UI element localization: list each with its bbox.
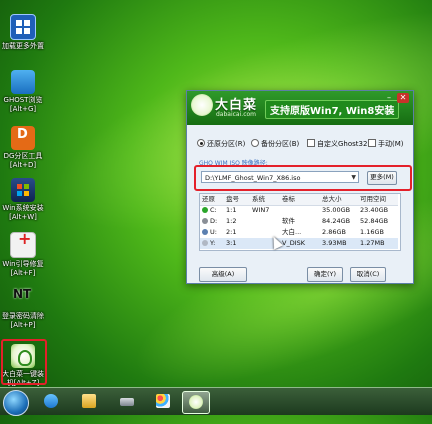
drive-letter: C:	[210, 206, 217, 214]
checkbox-manual[interactable]: 手动(M)	[368, 139, 404, 149]
nt-password-icon	[11, 286, 35, 310]
column-header: 总大小	[322, 195, 342, 203]
table-row[interactable]: U: 2:1 大白... 2.86GB 1.16GB	[200, 227, 398, 238]
taskbar-item-paint[interactable]	[150, 391, 176, 412]
column-header: 卷标	[282, 195, 295, 203]
free-cell: 1.27MB	[360, 239, 385, 247]
size-cell: 2.86GB	[322, 228, 346, 236]
desktop-icon-load-more[interactable]: 加载更多外置	[0, 14, 46, 51]
disk-cell: 1:1	[226, 206, 237, 214]
drive-cell: D:	[202, 216, 226, 227]
taskbar-item-explorer[interactable]	[76, 391, 102, 412]
close-button[interactable]: ✕	[397, 93, 409, 103]
disk-cell: 3:1	[226, 239, 237, 247]
dabaicai-icon	[189, 395, 203, 409]
grid-icon	[10, 14, 36, 40]
windows-icon	[11, 178, 35, 202]
desktop-icon-ghost[interactable]: GHOST浏览 [Alt+G]	[0, 70, 46, 114]
install-dialog: 大白菜 dabaicai.com 支持原版Win7, Win8安装 – ✕ 还原…	[186, 90, 414, 284]
desktop-icon-label: Win引导修复 [Alt+F]	[2, 260, 44, 277]
drive-letter: D:	[210, 217, 218, 225]
checkbox-manual-label: 手动(M)	[378, 140, 404, 148]
desktop-icon-label: 加载更多外置	[2, 42, 44, 50]
desktop-icon-label: 登录密码清除 [Alt+P]	[2, 312, 44, 329]
checkbox-box	[368, 139, 376, 147]
radio-backup-label: 备份分区(B)	[261, 140, 300, 148]
desktop-icon-label: DG分区工具 [Alt+D]	[3, 152, 43, 169]
image-path-value: D:\YLMF_Ghost_Win7_X86.iso	[205, 174, 301, 182]
start-button[interactable]	[3, 390, 29, 416]
drive-letter: Y:	[210, 239, 216, 247]
label-cell: 软件	[282, 217, 295, 225]
desktop-icon-boot-repair[interactable]: Win引导修复 [Alt+F]	[0, 232, 46, 278]
drive-cell: U:	[202, 227, 226, 238]
column-header: 可用空间	[360, 195, 386, 203]
more-button[interactable]: 更多(M)	[367, 171, 397, 185]
table-row[interactable]: D: 1:2 软件 84.24GB 52.84GB	[200, 216, 398, 227]
table-row[interactable]: C: 1:1 WIN7 35.00GB 23.40GB	[200, 205, 398, 216]
ok-button[interactable]: 确定(Y)	[307, 267, 343, 282]
column-header: 还原	[202, 195, 215, 203]
size-cell: 35.00GB	[322, 206, 351, 214]
advanced-button[interactable]: 高级(A)	[199, 267, 247, 282]
drive-cell: C:	[202, 205, 226, 216]
dabaicai-logo-icon	[191, 94, 213, 116]
radio-backup[interactable]: 备份分区(B)	[251, 139, 299, 149]
drive-icon	[202, 218, 208, 224]
column-header: 盘号	[226, 195, 239, 203]
drive-letter: U:	[210, 228, 217, 236]
drive-icon	[120, 398, 134, 406]
cdrom-icon	[202, 240, 208, 246]
drive-cell: Y:	[202, 238, 226, 249]
ie-icon	[44, 394, 58, 408]
partition-table: 还原 盘号 系统 卷标 总大小 可用空间 C: 1:1 WIN7 35.00GB…	[199, 193, 401, 251]
checkbox-box	[307, 139, 315, 147]
paint-icon	[156, 394, 170, 408]
disk-cell: 2:1	[226, 228, 237, 236]
desktop-icon-password-clear[interactable]: 登录密码清除 [Alt+P]	[0, 286, 46, 330]
column-header: 系统	[252, 195, 265, 203]
radio-dot	[251, 139, 259, 147]
size-cell: 84.24GB	[322, 217, 351, 225]
dabaicai-icon	[11, 344, 35, 368]
image-path-select[interactable]: D:\YLMF_Ghost_Win7_X86.iso ▼	[201, 171, 359, 183]
dialog-brand-sub: dabaicai.com	[216, 111, 257, 118]
table-row[interactable]: Y: 3:1 V_DISK 3.93MB 1.27MB	[200, 238, 398, 249]
radio-restore[interactable]: 还原分区(R)	[197, 139, 245, 149]
minimize-button[interactable]: –	[383, 93, 395, 103]
size-cell: 3.93MB	[322, 239, 347, 247]
radio-dot	[197, 139, 205, 147]
system-cell: WIN7	[252, 206, 270, 214]
desktop-icon-label: 大白菜一键装 机[Alt+Z]	[2, 370, 44, 387]
taskbar	[0, 387, 432, 416]
free-cell: 52.84GB	[360, 217, 389, 225]
checkbox-custom-ghost[interactable]: 自定义Ghost32	[307, 139, 367, 149]
radio-restore-label: 还原分区(R)	[207, 140, 246, 148]
explorer-icon	[82, 394, 96, 408]
free-cell: 1.16GB	[360, 228, 384, 236]
diskgenius-icon	[11, 126, 35, 150]
checkbox-custom-ghost-label: 自定义Ghost32	[317, 140, 368, 148]
chevron-down-icon[interactable]: ▼	[351, 172, 356, 184]
desktop-icon-dabaicai-install[interactable]: 大白菜一键装 机[Alt+Z]	[0, 344, 46, 388]
check-icon	[202, 207, 208, 213]
image-path-label: GHO WIM ISO 映像路径:	[199, 160, 268, 167]
usb-icon	[202, 229, 208, 235]
taskbar-item-ie[interactable]	[38, 391, 64, 412]
desktop-icon-diskgenius[interactable]: DG分区工具 [Alt+D]	[0, 126, 46, 170]
label-cell: V_DISK	[282, 239, 306, 247]
desktop-icon-label: GHOST浏览 [Alt+G]	[3, 96, 43, 113]
dialog-slogan: 支持原版Win7, Win8安装	[265, 100, 400, 119]
desktop-icon-label: Win系统安装 [Alt+W]	[2, 204, 44, 221]
repair-icon	[10, 232, 36, 258]
label-cell: 大白...	[282, 228, 302, 236]
taskbar-item-dabaicai[interactable]	[182, 391, 210, 414]
dialog-header: 大白菜 dabaicai.com 支持原版Win7, Win8安装 – ✕	[187, 91, 413, 125]
taskbar-item-drive[interactable]	[114, 391, 140, 412]
free-cell: 23.40GB	[360, 206, 389, 214]
ghost-icon	[11, 70, 35, 94]
cancel-button[interactable]: 取消(C)	[350, 267, 386, 282]
desktop-icon-win-install[interactable]: Win系统安装 [Alt+W]	[0, 178, 46, 222]
disk-cell: 1:2	[226, 217, 237, 225]
